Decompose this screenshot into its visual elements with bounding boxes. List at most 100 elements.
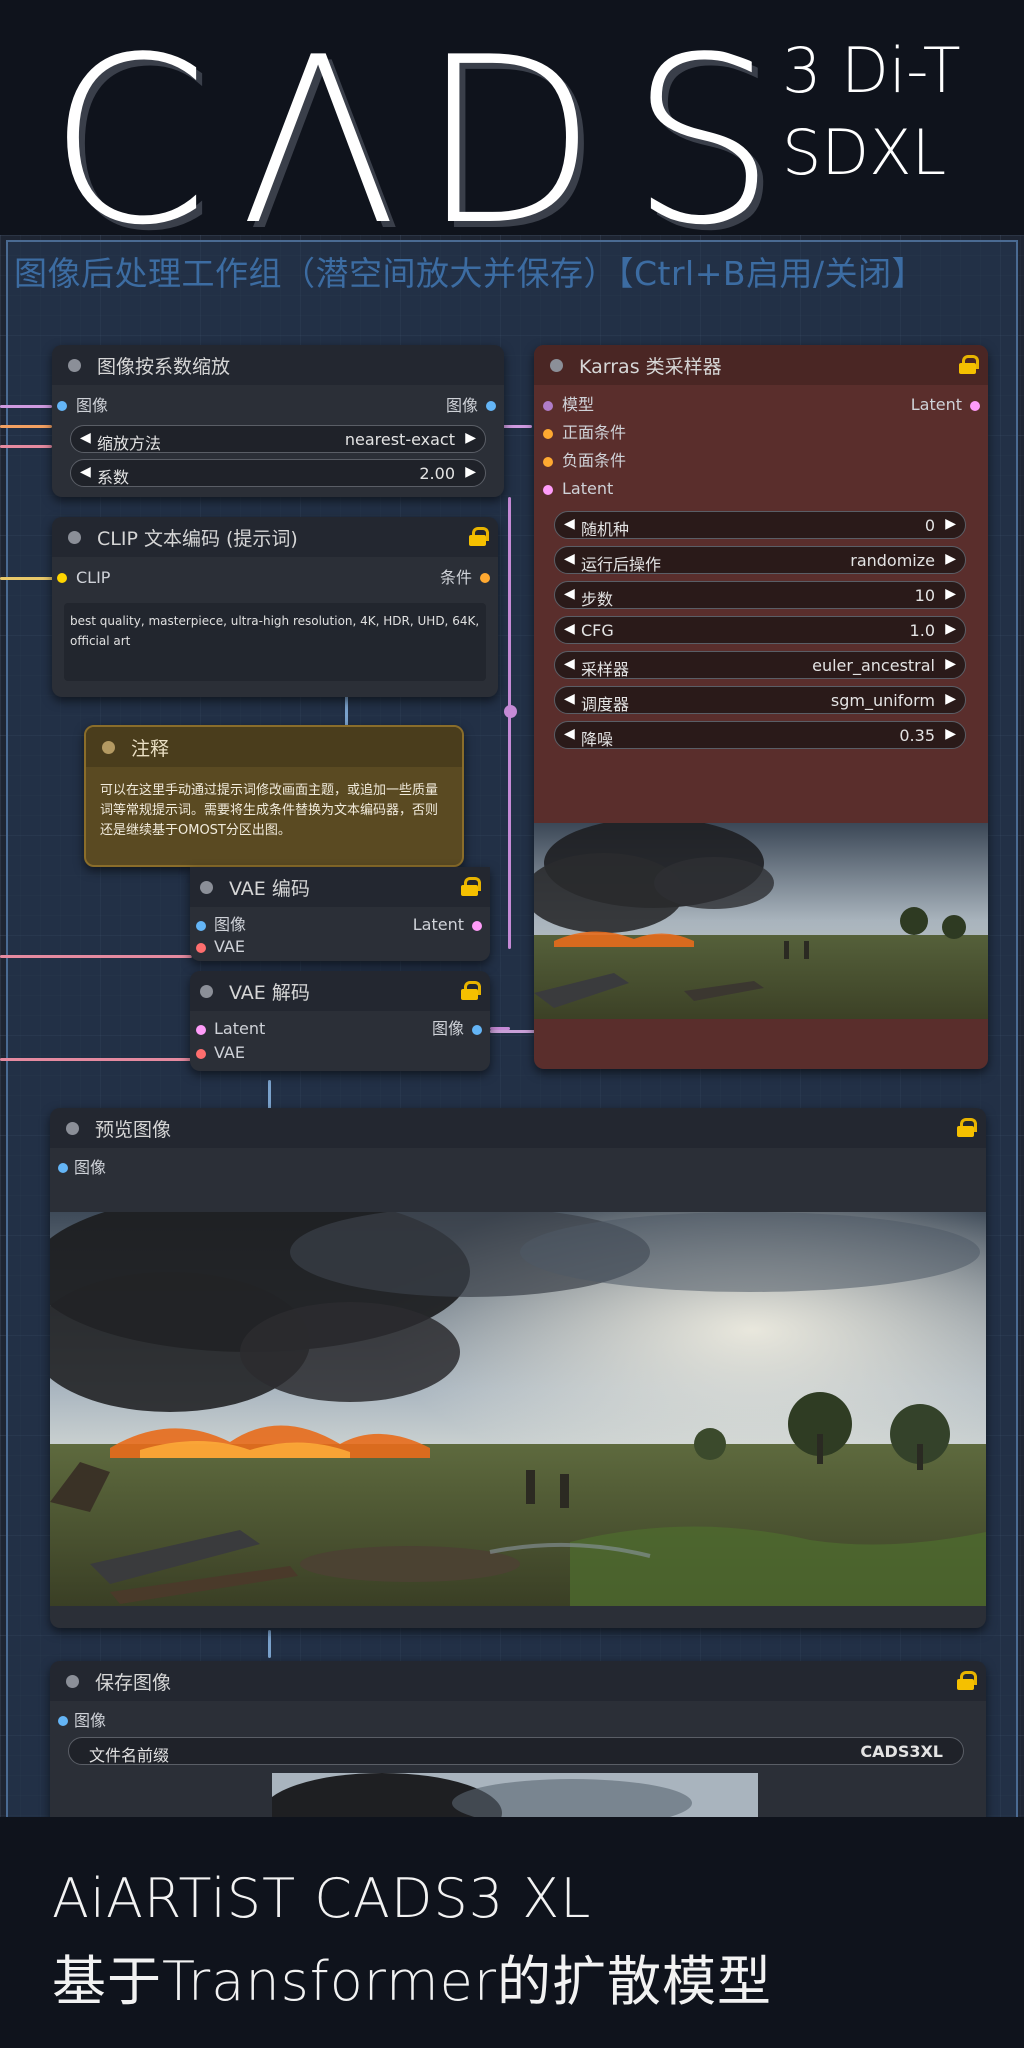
node-header[interactable]: VAE 编码: [190, 867, 490, 907]
image-output-dot[interactable]: [472, 1025, 482, 1035]
decrement-arrow-icon[interactable]: ◀: [564, 586, 575, 602]
wire-preview-down: [268, 1630, 271, 1658]
collapse-dot-icon[interactable]: [200, 880, 213, 894]
latent-input-dot[interactable]: [196, 1025, 206, 1035]
node-title: 保存图像: [95, 1671, 172, 1694]
control-after-generate-widget[interactable]: ◀ 运行后操作 randomize ▶: [554, 546, 966, 574]
collapse-dot-icon[interactable]: [68, 530, 81, 544]
widget-label: 采样器: [581, 660, 630, 679]
node-clip-text-encode[interactable]: CLIP 文本编码 (提示词) CLIP 条件 best quality, ma…: [52, 517, 498, 697]
lock-icon[interactable]: [957, 1118, 977, 1137]
image-input-dot[interactable]: [57, 401, 67, 411]
node-header[interactable]: Karras 类采样器: [534, 345, 988, 385]
decrement-arrow-icon[interactable]: ◀: [564, 726, 575, 742]
seed-widget[interactable]: ◀ 随机种 0 ▶: [554, 511, 966, 539]
node-header[interactable]: 注释: [86, 727, 462, 767]
image-input-dot[interactable]: [58, 1163, 68, 1173]
latent-output-dot[interactable]: [970, 401, 980, 411]
decrement-arrow-icon[interactable]: ◀: [564, 691, 575, 707]
lock-icon[interactable]: [957, 1671, 977, 1690]
model-input-dot[interactable]: [543, 401, 553, 411]
collapse-dot-icon[interactable]: [66, 1674, 79, 1688]
clip-input-dot[interactable]: [57, 573, 67, 583]
scale-by-widget[interactable]: ◀ 系数 2.00 ▶: [70, 459, 486, 487]
lock-icon[interactable]: [469, 527, 489, 546]
collapse-dot-icon[interactable]: [66, 1121, 79, 1135]
decrement-arrow-icon[interactable]: ◀: [80, 464, 91, 480]
increment-arrow-icon[interactable]: ▶: [945, 551, 956, 567]
node-header[interactable]: 图像按系数缩放: [52, 345, 504, 385]
increment-arrow-icon[interactable]: ▶: [945, 586, 956, 602]
node-header[interactable]: VAE 解码: [190, 971, 490, 1011]
footer-tagline: 基于Transformer的扩散模型: [52, 1950, 773, 2013]
node-vae-decode[interactable]: VAE 解码 Latent VAE 图像: [190, 971, 490, 1071]
node-title: 图像按系数缩放: [97, 355, 231, 378]
logo-letter-c: C: [48, 9, 209, 276]
filename-prefix-widget[interactable]: 文件名前缀 CADS3XL: [68, 1737, 964, 1765]
note-text[interactable]: 可以在这里手动通过提示词修改画面主题，或追加一些质量词等常规提示词。需要将生成条…: [100, 781, 450, 841]
increment-arrow-icon[interactable]: ▶: [945, 516, 956, 532]
lock-icon[interactable]: [461, 877, 481, 896]
increment-arrow-icon[interactable]: ▶: [945, 621, 956, 637]
node-header[interactable]: CLIP 文本编码 (提示词): [52, 517, 498, 557]
scheduler-widget[interactable]: ◀ 调度器 sgm_uniform ▶: [554, 686, 966, 714]
collapse-dot-icon[interactable]: [68, 358, 81, 372]
upscale-method-widget[interactable]: ◀ 缩放方法 nearest-exact ▶: [70, 425, 486, 453]
input-label-latent: Latent: [214, 1019, 266, 1038]
steps-widget[interactable]: ◀ 步数 10 ▶: [554, 581, 966, 609]
vae-input-dot[interactable]: [196, 943, 206, 953]
workflow-canvas[interactable]: 图像后处理工作组（潜空间放大并保存）【Ctrl+B启用/关闭】 图像按系数缩放 …: [0, 235, 1024, 1817]
node-header[interactable]: 预览图像: [50, 1108, 986, 1148]
widget-label: 步数: [581, 590, 614, 609]
prompt-textarea[interactable]: best quality, masterpiece, ultra-high re…: [64, 603, 486, 681]
node-save-image[interactable]: 保存图像 图像 文件名前缀 CADS3XL: [50, 1661, 986, 1817]
denoise-widget[interactable]: ◀ 降噪 0.35 ▶: [554, 721, 966, 749]
lock-icon[interactable]: [461, 981, 481, 1000]
node-image-scale-by[interactable]: 图像按系数缩放 图像 图像 ◀ 缩放方法 nearest-exact ▶ ◀ 系…: [52, 345, 504, 497]
node-preview-image[interactable]: 预览图像 图像: [50, 1108, 986, 1628]
increment-arrow-icon[interactable]: ▶: [945, 656, 956, 672]
widget-value: 10: [914, 586, 935, 605]
input-label-negative: 负面条件: [562, 451, 627, 470]
image-input-dot[interactable]: [196, 921, 206, 931]
increment-arrow-icon[interactable]: ▶: [945, 726, 956, 742]
wire-reroute-dot[interactable]: [504, 705, 517, 718]
increment-arrow-icon[interactable]: ▶: [465, 430, 476, 446]
positive-input-dot[interactable]: [543, 429, 553, 439]
latent-input-dot[interactable]: [543, 485, 553, 495]
latent-output-dot[interactable]: [472, 921, 482, 931]
decrement-arrow-icon[interactable]: ◀: [564, 656, 575, 672]
negative-input-dot[interactable]: [543, 457, 553, 467]
node-vae-encode[interactable]: VAE 编码 图像 VAE Latent: [190, 867, 490, 961]
increment-arrow-icon[interactable]: ▶: [945, 691, 956, 707]
image-output-dot[interactable]: [486, 401, 496, 411]
node-note[interactable]: 注释 可以在这里手动通过提示词修改画面主题，或追加一些质量词等常规提示词。需要将…: [84, 725, 464, 867]
wire-vae-in: [0, 445, 52, 448]
decrement-arrow-icon[interactable]: ◀: [564, 551, 575, 567]
lock-icon[interactable]: [959, 355, 979, 374]
image-input-dot[interactable]: [58, 1716, 68, 1726]
banner: C Λ D S 3 Di-T SDXL: [0, 0, 1024, 258]
vae-input-dot[interactable]: [196, 1049, 206, 1059]
collapse-dot-icon[interactable]: [102, 740, 115, 754]
decrement-arrow-icon[interactable]: ◀: [564, 516, 575, 532]
footer-product-name: AiARTiST CADS3 XL: [52, 1867, 592, 1930]
decrement-arrow-icon[interactable]: ◀: [80, 430, 91, 446]
widget-label: 系数: [97, 468, 130, 487]
cfg-widget[interactable]: ◀ CFG 1.0 ▶: [554, 616, 966, 644]
conditioning-output-dot[interactable]: [480, 573, 490, 583]
collapse-dot-icon[interactable]: [550, 358, 563, 372]
preview-output-image: [50, 1212, 986, 1606]
input-label-positive: 正面条件: [562, 423, 627, 442]
increment-arrow-icon[interactable]: ▶: [465, 464, 476, 480]
wire-cond-in: [0, 425, 52, 428]
node-karras-sampler[interactable]: Karras 类采样器 模型 正面条件 负面条件 Latent Latent ◀…: [534, 345, 988, 1069]
node-header[interactable]: 保存图像: [50, 1661, 986, 1701]
node-title: 预览图像: [95, 1118, 172, 1141]
sampler-name-widget[interactable]: ◀ 采样器 euler_ancestral ▶: [554, 651, 966, 679]
widget-value: 2.00: [419, 464, 455, 483]
decrement-arrow-icon[interactable]: ◀: [564, 621, 575, 637]
collapse-dot-icon[interactable]: [200, 984, 213, 998]
group-title[interactable]: 图像后处理工作组（潜空间放大并保存）【Ctrl+B启用/关闭】: [14, 247, 925, 295]
widget-value: CADS3XL: [860, 1742, 943, 1761]
